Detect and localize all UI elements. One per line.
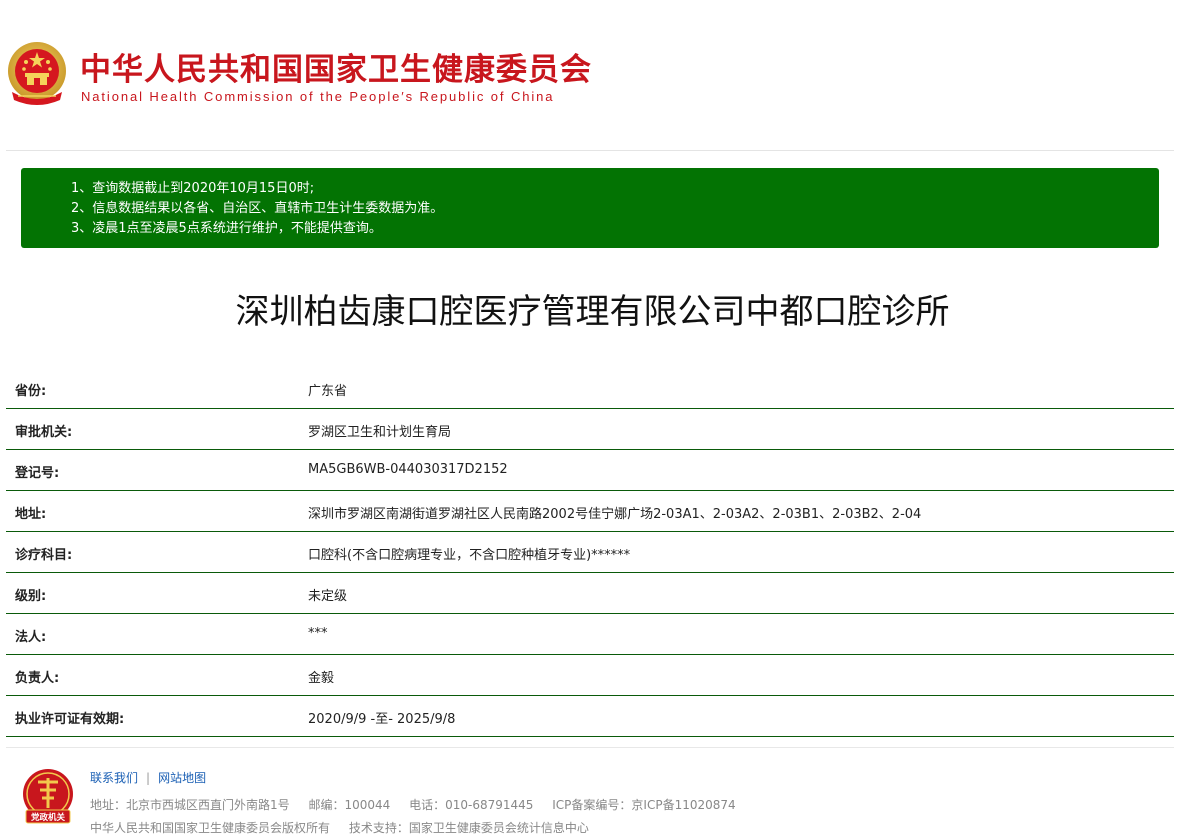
sitemap-link[interactable]: 网站地图 [158, 771, 206, 785]
info-value: 2020/9/9 -至- 2025/9/8 [308, 712, 456, 727]
notice-line-2: 2、信息数据结果以各省、自治区、直辖市卫生计生委数据为准。 [71, 201, 444, 216]
footer-postcode: 邮编：100044 [308, 798, 391, 812]
info-row-person-in-charge: 负责人: 金毅 [6, 655, 1174, 696]
footer-links: 联系我们 | 网站地图 [90, 769, 206, 786]
info-value: 罗湖区卫生和计划生育局 [308, 425, 452, 440]
footer-copyright: 中华人民共和国国家卫生健康委员会版权所有 [90, 821, 331, 835]
info-label: 诊疗科目: [15, 548, 73, 563]
site-subtitle: National Health Commission of the People… [81, 89, 555, 104]
footer-copyright-line: 中华人民共和国国家卫生健康委员会版权所有 技术支持：国家卫生健康委员会统计信息中… [90, 819, 604, 836]
notice-line-1: 1、查询数据截止到2020年10月15日0时; [71, 181, 315, 196]
info-row-departments: 诊疗科目: 口腔科(不含口腔病理专业，不含口腔种植牙专业)****** [6, 532, 1174, 573]
footer-address: 地址：北京市西城区西直门外南路1号 [90, 798, 290, 812]
page-title: 深圳柏齿康口腔医疗管理有限公司中都口腔诊所 [235, 292, 950, 332]
notice-box: 1、查询数据截止到2020年10月15日0时; 2、信息数据结果以各省、自治区、… [21, 168, 1159, 248]
info-value: 未定级 [308, 589, 348, 604]
footer-divider [6, 747, 1174, 748]
info-label: 省份: [15, 384, 47, 399]
info-value: 口腔科(不含口腔病理专业，不含口腔种植牙专业)****** [308, 548, 631, 563]
info-label: 级别: [15, 589, 47, 604]
contact-us-link[interactable]: 联系我们 [90, 771, 138, 785]
footer-icp: ICP备案编号：京ICP备11020874 [552, 798, 736, 812]
footer-contact-info: 地址：北京市西城区西直门外南路1号 邮编：100044 电话：010-68791… [90, 796, 751, 813]
footer-tech-support: 技术支持：国家卫生健康委员会统计信息中心 [348, 821, 589, 835]
info-row-registration-number: 登记号: MA5GB6WB-044030317D2152 [6, 450, 1174, 491]
info-row-approval-authority: 审批机关: 罗湖区卫生和计划生育局 [6, 409, 1174, 450]
info-row-address: 地址: 深圳市罗湖区南湖街道罗湖社区人民南路2002号佳宁娜广场2-03A1、2… [6, 491, 1174, 532]
header-divider [6, 150, 1174, 151]
info-row-province: 省份: 广东省 [6, 368, 1174, 409]
party-government-badge-icon[interactable]: 党政机关 [20, 768, 76, 826]
national-emblem-icon[interactable] [4, 40, 70, 108]
info-value: MA5GB6WB-044030317D2152 [308, 462, 508, 477]
notice-line-3: 3、凌晨1点至凌晨5点系统进行维护，不能提供查询。 [71, 221, 382, 236]
info-row-legal-person: 法人: *** [6, 614, 1174, 655]
info-label: 执业许可证有效期: [15, 712, 125, 727]
info-label: 负责人: [15, 671, 60, 686]
site-header: 中华人民共和国国家卫生健康委员会 National Health Commiss… [0, 0, 1185, 150]
info-row-level: 级别: 未定级 [6, 573, 1174, 614]
footer-link-separator: | [146, 771, 151, 785]
info-label: 审批机关: [15, 425, 73, 440]
info-value: 深圳市罗湖区南湖街道罗湖社区人民南路2002号佳宁娜广场2-03A1、2-03A… [308, 507, 922, 522]
info-value: 金毅 [308, 671, 335, 686]
info-value: 广东省 [308, 384, 348, 399]
info-value: *** [308, 626, 328, 641]
info-label: 法人: [15, 630, 47, 645]
institution-info-table: 省份: 广东省 审批机关: 罗湖区卫生和计划生育局 登记号: MA5GB6WB-… [6, 368, 1174, 737]
site-title[interactable]: 中华人民共和国国家卫生健康委员会 [80, 44, 592, 89]
info-label: 登记号: [15, 466, 60, 481]
info-row-license-validity: 执业许可证有效期: 2020/9/9 -至- 2025/9/8 [6, 696, 1174, 737]
info-label: 地址: [15, 507, 47, 522]
badge-text: 党政机关 [31, 812, 66, 823]
footer-phone: 电话：010-68791445 [409, 798, 534, 812]
